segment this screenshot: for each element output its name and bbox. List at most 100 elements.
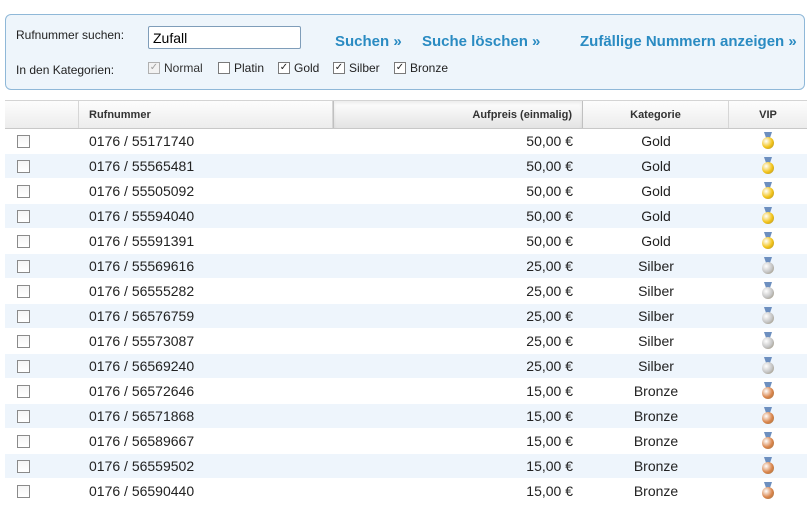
phone-number: 0176 / 55594040 (89, 208, 195, 224)
surcharge: 15,00 € (526, 483, 573, 499)
silver-medal-icon (761, 257, 775, 275)
category: Bronze (633, 433, 679, 449)
phone-number: 0176 / 55569616 (89, 258, 195, 274)
category: Silber (638, 358, 674, 374)
table-row: 0176 / 56571868 15,00 € Bronze (5, 404, 807, 429)
table-body: 0176 / 55171740 50,00 € Gold 0176 / 5556548… (5, 129, 807, 504)
row-select-cell (5, 384, 79, 398)
column-header-category[interactable]: Kategorie (583, 101, 729, 128)
clear-search-button[interactable]: Suche löschen » (422, 33, 540, 50)
checkbox-normal: ✓ (148, 62, 160, 74)
row-select-cell (5, 184, 79, 198)
phone-number: 0176 / 55171740 (89, 133, 195, 149)
row-checkbox[interactable] (17, 434, 30, 448)
category-filter-gold[interactable]: ✓ Gold (278, 61, 319, 75)
row-checkbox[interactable] (17, 184, 30, 198)
category: Gold (641, 183, 671, 199)
table-row: 0176 / 56559502 15,00 € Bronze (5, 454, 807, 479)
row-checkbox[interactable] (17, 459, 30, 473)
category: Gold (641, 208, 671, 224)
checkbox-silber[interactable]: ✓ (333, 62, 345, 74)
category: Silber (638, 308, 674, 324)
bronze-medal-icon (761, 457, 775, 475)
bronze-medal-icon (761, 432, 775, 450)
row-select-cell (5, 209, 79, 223)
phone-number: 0176 / 56555282 (89, 283, 195, 299)
gold-medal-icon (761, 232, 775, 250)
table-row: 0176 / 55594040 50,00 € Gold (5, 204, 807, 229)
column-header-price[interactable]: Aufpreis (einmalig) (333, 101, 583, 128)
phone-number: 0176 / 56572646 (89, 383, 195, 399)
table-row: 0176 / 55573087 25,00 € Silber (5, 329, 807, 354)
surcharge: 25,00 € (526, 258, 573, 274)
table-row: 0176 / 56569240 25,00 € Silber (5, 354, 807, 379)
category-filter-label: Normal (164, 61, 203, 75)
row-checkbox[interactable] (17, 334, 30, 348)
category-filter-silber[interactable]: ✓ Silber (333, 61, 380, 75)
category: Gold (641, 158, 671, 174)
row-select-cell (5, 359, 79, 373)
phone-number: 0176 / 56589667 (89, 433, 195, 449)
surcharge: 50,00 € (526, 158, 573, 174)
row-checkbox[interactable] (17, 309, 30, 323)
phone-number: 0176 / 55591391 (89, 233, 195, 249)
row-checkbox[interactable] (17, 284, 30, 298)
phone-number: 0176 / 55573087 (89, 333, 195, 349)
row-checkbox[interactable] (17, 409, 30, 423)
numbers-table: Rufnummer Aufpreis (einmalig) Kategorie … (5, 100, 807, 504)
row-checkbox[interactable] (17, 359, 30, 373)
search-label: Rufnummer suchen: (16, 28, 125, 42)
row-checkbox[interactable] (17, 484, 30, 498)
categories-label: In den Kategorien: (16, 63, 115, 77)
category-filter-bronze[interactable]: ✓ Bronze (394, 61, 448, 75)
column-header-vip[interactable]: VIP (729, 101, 807, 128)
vip-cell (729, 307, 807, 325)
silver-medal-icon (761, 307, 775, 325)
row-select-cell (5, 259, 79, 273)
checkbox-platin[interactable] (218, 62, 230, 74)
category: Bronze (633, 383, 679, 399)
category: Silber (638, 283, 674, 299)
table-row: 0176 / 56589667 15,00 € Bronze (5, 429, 807, 454)
table-row: 0176 / 55569616 25,00 € Silber (5, 254, 807, 279)
category-filter-platin[interactable]: Platin (218, 61, 264, 75)
random-numbers-button[interactable]: Zufällige Nummern anzeigen » (580, 33, 797, 50)
gold-medal-icon (761, 157, 775, 175)
search-input[interactable] (148, 26, 301, 49)
column-header-number[interactable]: Rufnummer (79, 101, 333, 128)
search-button[interactable]: Suchen » (335, 33, 402, 50)
surcharge: 15,00 € (526, 458, 573, 474)
vip-cell (729, 482, 807, 500)
row-select-cell (5, 434, 79, 448)
vip-cell (729, 232, 807, 250)
row-checkbox[interactable] (17, 234, 30, 248)
category: Silber (638, 333, 674, 349)
vip-cell (729, 457, 807, 475)
category-filter-label: Gold (294, 61, 320, 75)
silver-medal-icon (761, 282, 775, 300)
row-checkbox[interactable] (17, 209, 30, 223)
phone-number: 0176 / 56576759 (89, 308, 195, 324)
vip-cell (729, 357, 807, 375)
surcharge: 50,00 € (526, 183, 573, 199)
category: Gold (641, 233, 671, 249)
vip-cell (729, 332, 807, 350)
checkbox-bronze[interactable]: ✓ (394, 62, 406, 74)
surcharge: 25,00 € (526, 333, 573, 349)
table-row: 0176 / 55591391 50,00 € Gold (5, 229, 807, 254)
row-checkbox[interactable] (17, 384, 30, 398)
bronze-medal-icon (761, 407, 775, 425)
search-panel: Rufnummer suchen: Suchen » Suche löschen… (5, 14, 805, 90)
surcharge: 25,00 € (526, 283, 573, 299)
table-header: Rufnummer Aufpreis (einmalig) Kategorie … (5, 100, 807, 129)
row-checkbox[interactable] (17, 259, 30, 273)
category: Bronze (633, 458, 679, 474)
phone-number: 0176 / 56590440 (89, 483, 195, 499)
vip-cell (729, 432, 807, 450)
category-filter-label: Bronze (410, 61, 449, 75)
surcharge: 25,00 € (526, 358, 573, 374)
row-checkbox[interactable] (17, 134, 30, 148)
table-row: 0176 / 55505092 50,00 € Gold (5, 179, 807, 204)
checkbox-gold[interactable]: ✓ (278, 62, 290, 74)
row-checkbox[interactable] (17, 159, 30, 173)
